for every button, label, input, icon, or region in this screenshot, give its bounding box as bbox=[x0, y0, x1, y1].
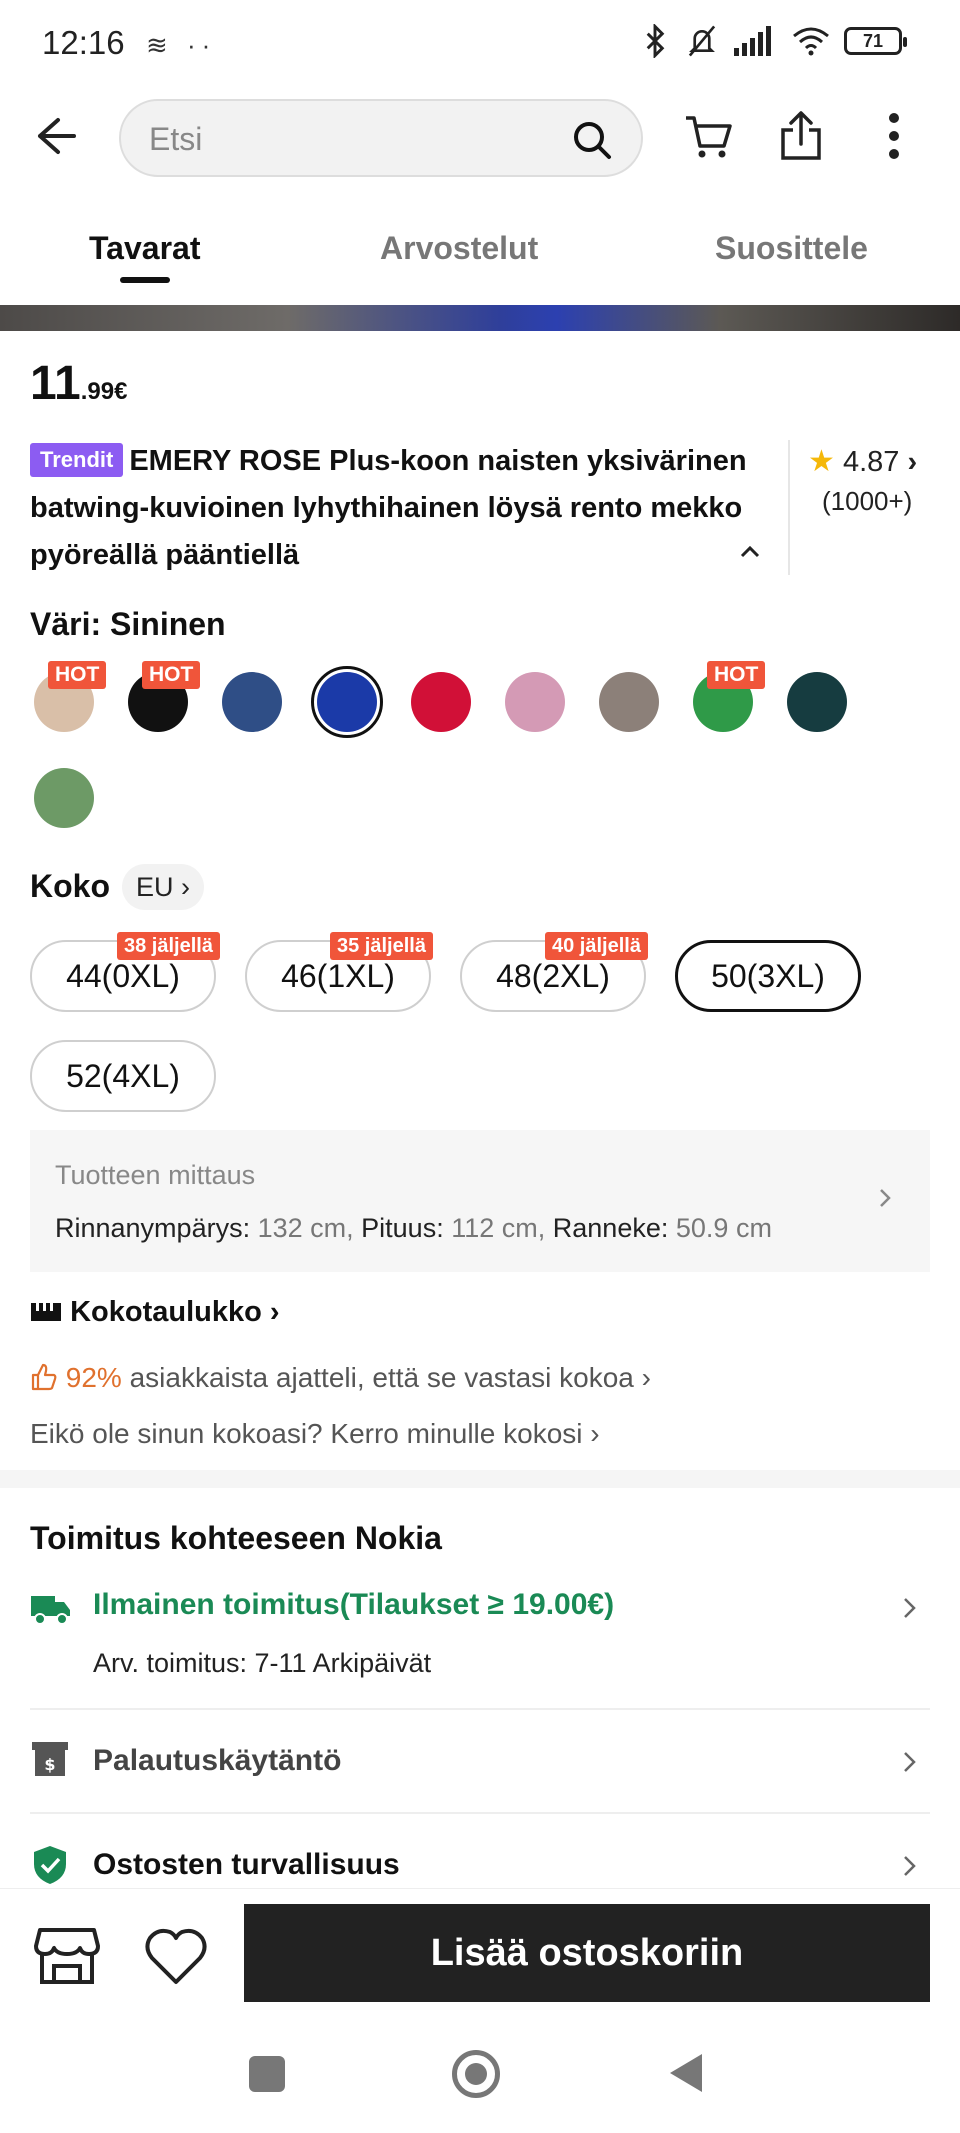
cart-icon[interactable] bbox=[680, 108, 736, 164]
measurement-values: Rinnanympärys: 132 cm, Pituus: 112 cm, R… bbox=[55, 1213, 772, 1244]
system-navigation-bar bbox=[0, 2008, 960, 2133]
shield-check-icon bbox=[34, 1846, 66, 1884]
color-swatch-sage[interactable] bbox=[34, 768, 94, 828]
price-decimal: .99€ bbox=[80, 378, 128, 405]
not-your-size-text: Eikö ole sinun kokoasi? Kerro minulle ko… bbox=[30, 1418, 583, 1449]
wifi-icon bbox=[793, 27, 829, 56]
shopping-security[interactable]: Ostosten turvallisuus bbox=[93, 1848, 400, 1882]
trend-tag: Trendit bbox=[30, 443, 124, 477]
color-swatch-pink[interactable] bbox=[505, 672, 565, 732]
chevron-right-icon bbox=[880, 1189, 891, 1207]
rating-count: (1000+) bbox=[822, 486, 913, 516]
chevron-up-icon[interactable] bbox=[738, 540, 762, 564]
store-icon[interactable] bbox=[34, 1926, 100, 1986]
more-options-icon[interactable] bbox=[866, 108, 922, 164]
search-bar[interactable] bbox=[119, 99, 643, 177]
hot-badge: HOT bbox=[142, 661, 201, 689]
color-label: Väri: Sininen bbox=[30, 606, 226, 642]
size-region-selector[interactable]: EU › bbox=[122, 864, 205, 910]
rating-value: 4.87 bbox=[842, 446, 900, 478]
color-swatch-royal-blue[interactable] bbox=[317, 672, 377, 732]
ruler-icon bbox=[31, 1303, 61, 1321]
rating[interactable]: ★ 4.87 › bbox=[808, 444, 917, 479]
chevron-right-icon: › bbox=[269, 1296, 280, 1328]
fit-percent: 92% bbox=[65, 1362, 122, 1393]
status-bar: 12:16 ≋ ·· 71 bbox=[0, 0, 960, 90]
product-measurement-panel[interactable]: Tuotteen mittaus Rinnanympärys: 132 cm, … bbox=[30, 1130, 930, 1272]
size-region: EU bbox=[136, 872, 174, 902]
size-option-52[interactable]: 52(4XL) bbox=[30, 1040, 216, 1112]
product-title-text: EMERY ROSE Plus-koon naisten yksivärinen… bbox=[30, 445, 747, 571]
signal-icon bbox=[734, 26, 771, 56]
hot-badge: HOT bbox=[707, 661, 766, 689]
status-time: 12:16 bbox=[42, 24, 125, 61]
truck-icon bbox=[31, 1596, 70, 1625]
color-swatch-dark-teal[interactable] bbox=[787, 672, 847, 732]
chevron-right-icon[interactable] bbox=[900, 1594, 920, 1622]
size-chart-label: Kokotaulukko bbox=[70, 1296, 262, 1328]
length-label: Pituus: bbox=[361, 1213, 444, 1243]
stock-badge: 38 jäljellä bbox=[117, 932, 220, 960]
fit-text: asiakkaista ajatteli, että se vastasi ko… bbox=[129, 1362, 634, 1393]
price: 11.99€ bbox=[30, 356, 127, 411]
product-title: Trendit EMERY ROSE Plus-koon naisten yksi… bbox=[30, 438, 770, 579]
search-input[interactable] bbox=[149, 115, 549, 163]
mute-icon bbox=[688, 25, 716, 57]
tab-items[interactable]: Tavarat bbox=[89, 230, 200, 267]
stock-badge: 35 jäljellä bbox=[330, 932, 433, 960]
chevron-right-icon[interactable] bbox=[900, 1748, 920, 1776]
not-your-size-link[interactable]: Eikö ole sinun kokoasi? Kerro minulle ko… bbox=[30, 1418, 600, 1450]
recent-apps-icon[interactable] bbox=[249, 2056, 285, 2092]
battery-icon: 71 bbox=[844, 27, 907, 55]
search-icon[interactable] bbox=[571, 119, 613, 161]
section-separator bbox=[0, 1470, 960, 1488]
free-shipping[interactable]: Ilmainen toimitus(Tilaukset ≥ 19.00€) bbox=[93, 1588, 614, 1622]
return-policy[interactable]: Palautuskäytäntö bbox=[93, 1744, 341, 1778]
price-main: 11 bbox=[30, 357, 81, 410]
product-image-strip[interactable] bbox=[0, 305, 960, 331]
bust-value: 132 cm, bbox=[257, 1213, 354, 1243]
chevron-right-icon: › bbox=[641, 1362, 651, 1393]
chevron-right-icon[interactable] bbox=[900, 1852, 920, 1880]
chevron-right-icon: › bbox=[907, 446, 918, 478]
share-icon[interactable] bbox=[773, 108, 829, 164]
thumbs-up-icon bbox=[31, 1363, 57, 1391]
divider bbox=[30, 1812, 930, 1814]
back-nav-icon[interactable] bbox=[668, 2052, 704, 2094]
home-icon[interactable] bbox=[452, 2050, 500, 2098]
size-option-50[interactable]: 50(3XL) bbox=[675, 940, 861, 1012]
measurement-title: Tuotteen mittaus bbox=[55, 1160, 256, 1190]
wishlist-heart-icon[interactable] bbox=[144, 1926, 208, 1986]
fit-feedback[interactable]: 92% asiakkaista ajatteli, että se vastas… bbox=[30, 1362, 651, 1394]
cuff-label: Ranneke: bbox=[552, 1213, 669, 1243]
chevron-right-icon: › bbox=[590, 1418, 600, 1449]
divider bbox=[788, 440, 790, 575]
size-chart-link[interactable]: Kokotaulukko › bbox=[30, 1296, 280, 1329]
back-arrow-icon[interactable] bbox=[30, 108, 86, 164]
star-icon: ★ bbox=[808, 445, 835, 478]
color-swatch-red[interactable] bbox=[411, 672, 471, 732]
add-to-cart-button[interactable]: Lisää ostoskoriin bbox=[244, 1904, 930, 2002]
divider bbox=[30, 1708, 930, 1710]
svg-text:$: $ bbox=[44, 1755, 55, 1774]
tab-recommend[interactable]: Suosittele bbox=[715, 230, 868, 267]
stock-badge: 40 jäljellä bbox=[545, 932, 648, 960]
tab-reviews[interactable]: Arvostelut bbox=[380, 230, 538, 267]
cuff-value: 50.9 cm bbox=[675, 1213, 772, 1243]
active-tab-indicator bbox=[120, 277, 170, 283]
hot-badge: HOT bbox=[48, 661, 107, 689]
color-swatch-taupe[interactable] bbox=[599, 672, 659, 732]
delivery-estimate: Arv. toimitus: 7-11 Arkipäivät bbox=[93, 1648, 432, 1678]
return-box-icon: $ bbox=[32, 1742, 68, 1776]
bluetooth-icon bbox=[646, 24, 665, 58]
size-label: Koko bbox=[30, 868, 110, 904]
bust-label: Rinnanympärys: bbox=[55, 1213, 251, 1243]
chevron-right-icon: › bbox=[181, 872, 191, 902]
status-notification-icons: ≋ ·· bbox=[146, 30, 217, 60]
color-swatch-denim-blue[interactable] bbox=[222, 672, 282, 732]
shipping-title: Toimitus kohteeseen Nokia bbox=[30, 1520, 442, 1556]
length-value: 112 cm, bbox=[451, 1213, 546, 1243]
